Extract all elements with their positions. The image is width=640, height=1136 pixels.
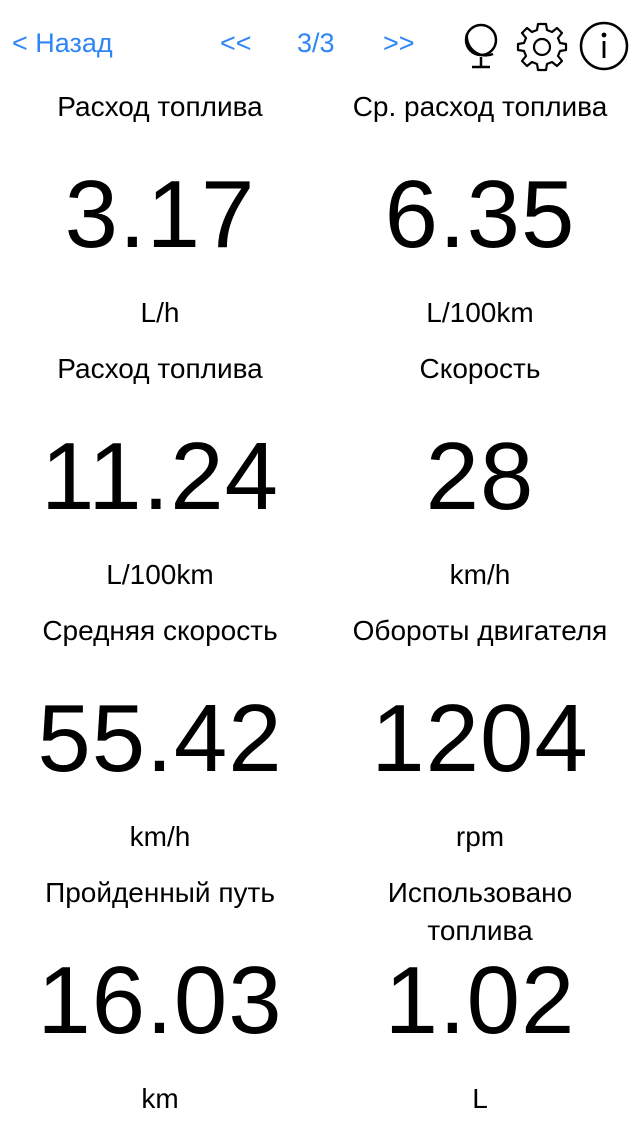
metric-unit: L/100km <box>426 297 534 328</box>
metric-cell: Пройденный путь 16.03 km <box>0 874 320 1136</box>
metric-cell: Средняя скорость 55.42 km/h <box>0 612 320 874</box>
globe-icon[interactable] <box>455 20 507 72</box>
metric-cell: Ср. расход топлива 6.35 L/100km <box>320 88 640 350</box>
metric-unit: L/h <box>140 297 180 328</box>
metric-value: 3.17 <box>64 161 256 268</box>
metric-cell: Обороты двигателя 1204 rpm <box>320 612 640 874</box>
metric-unit: L <box>472 1083 488 1114</box>
page-indicator: 3/3 <box>297 28 335 58</box>
back-button[interactable]: < Назад <box>12 28 113 59</box>
metric-unit: km/h <box>129 821 191 852</box>
metric-label: Средняя скорость <box>42 615 278 646</box>
metric-label: Расход топлива <box>57 91 263 122</box>
metric-cell: Расход топлива 11.24 L/100km <box>0 350 320 612</box>
metric-unit: km/h <box>449 559 511 590</box>
metric-value: 1.02 <box>384 947 576 1054</box>
metric-unit: L/100km <box>106 559 214 590</box>
previous-page-button[interactable]: << <box>220 28 252 59</box>
metric-unit: km <box>141 1083 179 1114</box>
gear-icon[interactable] <box>516 20 568 72</box>
metric-label: Обороты двигателя <box>352 615 608 646</box>
info-icon[interactable] <box>578 20 630 72</box>
metric-label: Использовано топлива <box>387 877 573 946</box>
metric-unit: rpm <box>455 821 505 852</box>
metric-label: Ср. расход топлива <box>352 91 608 122</box>
metric-value: 11.24 <box>40 423 280 530</box>
metric-value: 16.03 <box>37 947 283 1054</box>
metric-label: Пройденный путь <box>45 877 275 908</box>
metric-cell: Скорость 28 km/h <box>320 350 640 612</box>
metric-value: 55.42 <box>37 685 283 792</box>
metric-value: 28 <box>425 423 535 530</box>
navigation-bar: < Назад << 3/3 >> <box>0 0 640 90</box>
metric-value: 6.35 <box>384 161 576 268</box>
metric-value: 1204 <box>371 685 589 792</box>
metric-label: Скорость <box>419 353 541 384</box>
metric-cell: Расход топлива 3.17 L/h <box>0 88 320 350</box>
next-page-button[interactable]: >> <box>383 28 415 59</box>
metric-cell: Использовано топлива 1.02 L <box>320 874 640 1136</box>
metric-label: Расход топлива <box>57 353 263 384</box>
